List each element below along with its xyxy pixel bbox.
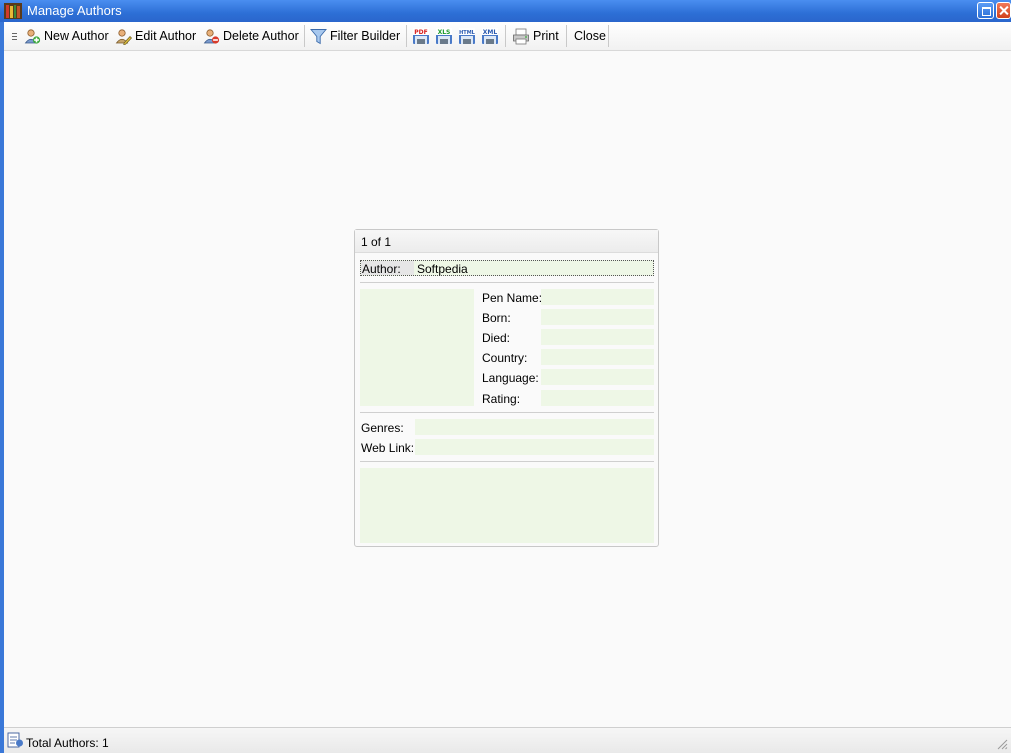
died-field[interactable] [541,329,654,345]
rating-field[interactable] [541,390,654,406]
window-title: Manage Authors [27,3,122,18]
toolbar-grip-icon[interactable] [7,26,21,46]
close-button[interactable]: Close [574,25,606,47]
author-field[interactable]: Author: Softpedia [360,260,654,276]
export-xls-text: XLS [438,29,451,36]
born-field[interactable] [541,309,654,325]
edit-author-label: Edit Author [135,29,197,43]
author-label-box: Author: [361,261,414,276]
edit-user-icon [115,28,132,45]
export-xml-icon: XML [482,28,498,44]
toolbar: New Author Edit Author Delete Author Fil… [4,22,1011,51]
toolbar-separator [304,25,305,47]
export-html-text: HTML [459,30,476,36]
export-html-icon: HTML [459,28,476,44]
remove-user-icon [203,28,220,44]
export-xml-button[interactable]: XML [481,25,502,47]
resize-grip-icon[interactable] [996,738,1008,750]
filter-funnel-icon [310,28,327,44]
toolbar-separator [608,25,609,47]
export-pdf-icon: PDF [413,28,429,44]
author-value: Softpedia [417,262,468,276]
authors-list-icon [7,732,23,748]
export-xml-text: XML [483,29,498,36]
total-authors-status: Total Authors: 1 [26,736,109,750]
toolbar-separator [505,25,506,47]
edit-author-button[interactable]: Edit Author [115,25,196,47]
export-pdf-button[interactable]: PDF [412,25,433,47]
export-xls-button[interactable]: XLS [435,25,456,47]
pen-name-field[interactable] [541,289,654,305]
add-user-icon [24,28,41,44]
died-label: Died: [482,331,511,345]
author-photo-box[interactable] [360,289,474,406]
divider [360,412,654,413]
language-label: Language: [482,371,539,385]
language-field[interactable] [541,369,654,385]
filter-builder-button[interactable]: Filter Builder [310,25,400,47]
maximize-button[interactable] [977,2,994,19]
new-author-button[interactable]: New Author [24,25,109,47]
print-button[interactable]: Print [512,25,559,47]
export-html-button[interactable]: HTML [458,25,479,47]
author-record-card: 1 of 1 Author: Softpedia Pen Name: Born:… [354,229,659,547]
toolbar-separator [406,25,407,47]
manage-authors-window: Manage Authors New Author Edit Author De… [0,0,1011,753]
filter-builder-label: Filter Builder [330,29,401,43]
printer-icon [513,28,529,44]
genres-label: Genres: [361,421,404,435]
country-field[interactable] [541,349,654,365]
close-label: Close [574,29,606,43]
new-author-label: New Author [44,29,109,43]
title-bar[interactable]: Manage Authors [0,0,1011,22]
card-header: 1 of 1 [355,230,658,253]
notes-field[interactable] [360,468,654,543]
export-pdf-text: PDF [414,29,427,36]
window-close-button[interactable] [996,2,1011,19]
export-xls-icon: XLS [436,28,452,44]
born-label: Born: [482,311,511,325]
genres-field[interactable] [415,419,654,435]
web-link-field[interactable] [415,439,654,455]
pen-name-label: Pen Name: [482,291,543,305]
toolbar-separator [566,25,567,47]
rating-label: Rating: [482,392,521,406]
print-label: Print [533,29,559,43]
client-area: New Author Edit Author Delete Author Fil… [4,22,1011,753]
country-label: Country: [482,351,528,365]
status-bar: Total Authors: 1 [4,727,1011,753]
record-position: 1 of 1 [361,235,392,249]
web-link-label: Web Link: [361,441,415,455]
author-label: Author: [362,262,401,276]
delete-author-label: Delete Author [223,29,299,43]
books-app-icon [4,3,22,19]
divider [360,461,654,462]
divider [360,282,654,283]
delete-author-button[interactable]: Delete Author [203,25,299,47]
